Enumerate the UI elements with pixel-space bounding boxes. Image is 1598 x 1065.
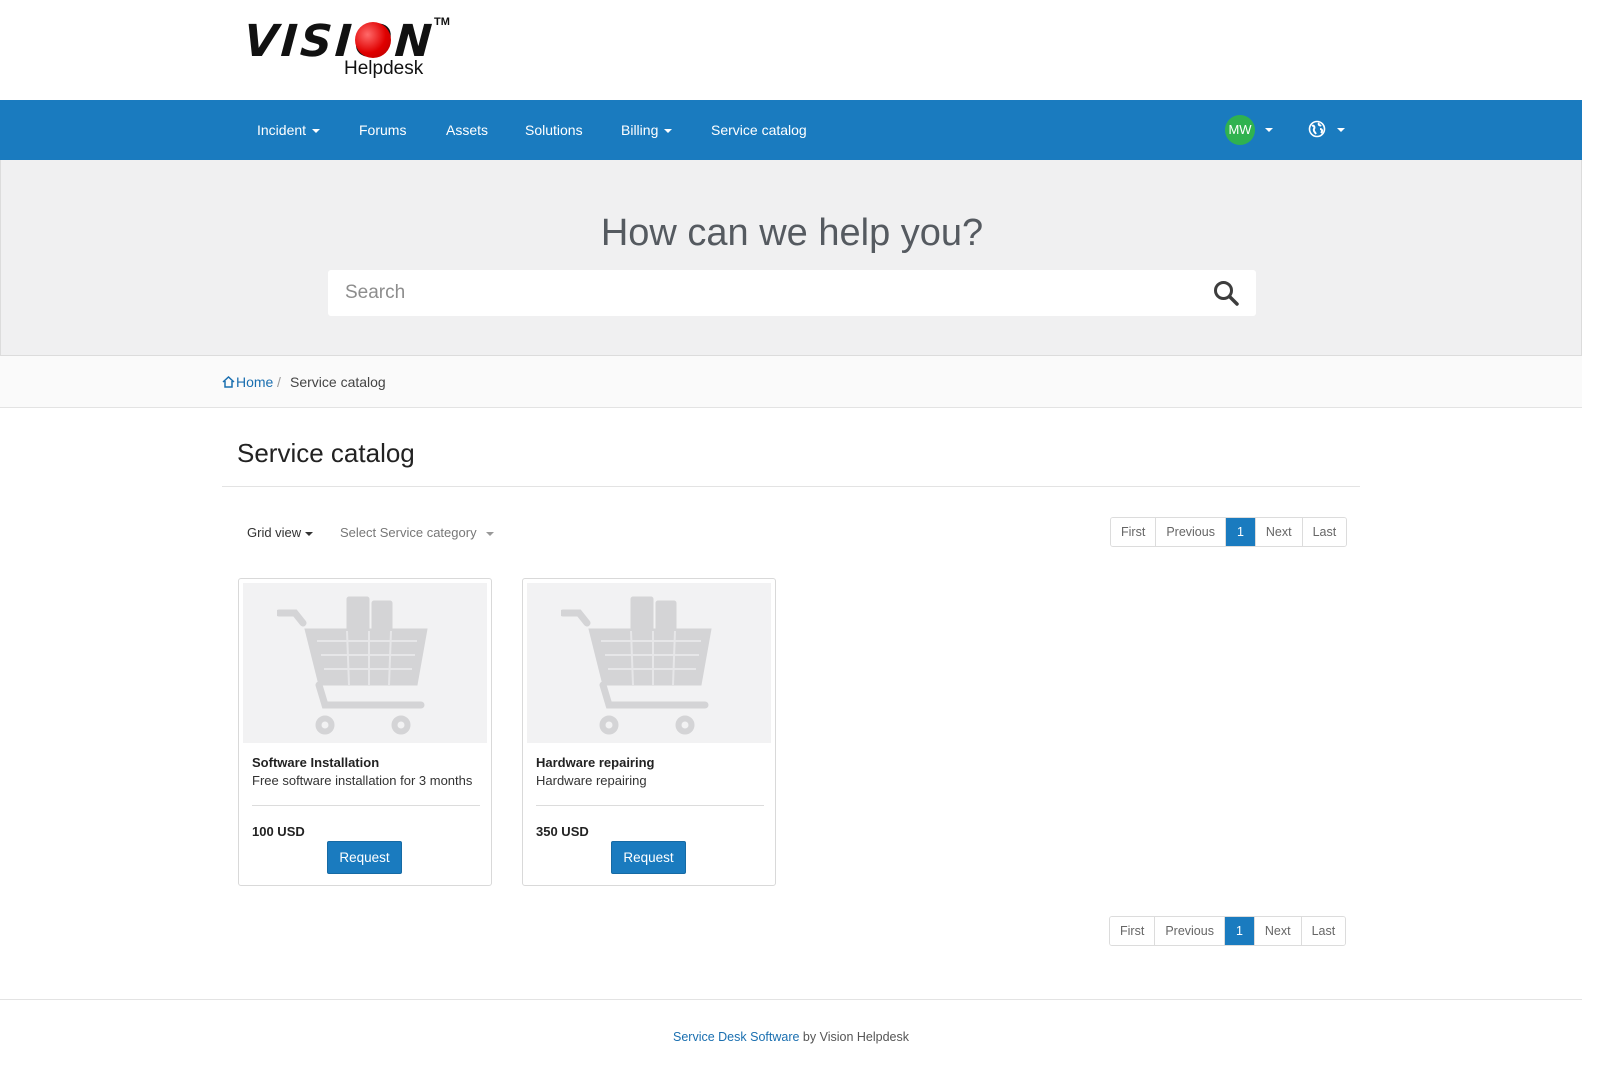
page-last-button[interactable]: Last	[1302, 518, 1347, 546]
nav-incident[interactable]: Incident	[257, 100, 321, 160]
nav-assets-label: Assets	[446, 122, 489, 138]
pagination-top: First Previous 1 Next Last	[1110, 517, 1348, 547]
service-card-divider	[536, 805, 764, 806]
caret-down-icon	[305, 531, 314, 536]
service-card-description: Free software installation for 3 months	[252, 773, 473, 788]
search-input[interactable]	[328, 270, 1188, 316]
service-card-title: Software Installation	[252, 755, 380, 770]
grid-view-label: Grid view	[247, 525, 302, 540]
shopping-cart-icon	[277, 596, 428, 735]
breadcrumb-separator: /	[277, 374, 281, 390]
language-menu-caret-icon[interactable]	[1337, 128, 1345, 132]
breadcrumb-home-label: Home	[236, 374, 274, 390]
nav-service-catalog[interactable]: Service catalog	[711, 100, 807, 160]
footer-service-desk-link[interactable]: Service Desk Software	[673, 1030, 799, 1044]
caret-down-icon	[312, 129, 321, 134]
page-title: Service catalog	[237, 438, 415, 468]
top-navbar: Incident Forums Assets Solutions Billing…	[0, 100, 1582, 160]
footer-suffix: by Vision Helpdesk	[799, 1030, 909, 1044]
service-card-image	[243, 583, 487, 743]
logo-trademark: TM	[434, 16, 450, 28]
logo-bar: VISION TM Helpdesk	[0, 0, 1598, 100]
nav-billing-label: Billing	[621, 122, 659, 138]
service-card-description: Hardware repairing	[536, 773, 647, 788]
nav-service-catalog-label: Service catalog	[711, 122, 807, 138]
service-card: Software Installation Free software inst…	[238, 578, 492, 886]
nav-incident-label: Incident	[257, 122, 307, 138]
caret-down-icon	[664, 129, 673, 134]
nav-assets[interactable]: Assets	[446, 100, 488, 160]
hero-title: How can we help you?	[600, 212, 984, 254]
request-button[interactable]: Request	[327, 841, 402, 874]
service-card-image	[527, 583, 771, 743]
request-button[interactable]: Request	[611, 841, 686, 874]
pagination-bottom: First Previous 1 Next Last	[1109, 916, 1347, 946]
caret-down-icon	[485, 531, 494, 536]
home-icon	[222, 376, 235, 388]
page-last-button[interactable]: Last	[1301, 917, 1346, 945]
service-card-price: 100 USD	[252, 824, 305, 839]
page-previous-button[interactable]: Previous	[1155, 917, 1225, 945]
breadcrumb-home[interactable]: Home	[222, 374, 273, 390]
search-hero: How can we help you?	[0, 160, 1582, 356]
service-card-price: 350 USD	[536, 824, 589, 839]
search-box	[328, 270, 1256, 316]
page-next-button[interactable]: Next	[1254, 917, 1302, 945]
service-card: Hardware repairing Hardware repairing 35…	[522, 578, 776, 886]
nav-solutions-label: Solutions	[525, 122, 583, 138]
breadcrumb-current: Service catalog	[290, 374, 386, 390]
language-globe-icon[interactable]	[1308, 120, 1326, 138]
page-previous-button[interactable]: Previous	[1156, 518, 1226, 546]
user-menu-caret-icon[interactable]	[1265, 128, 1273, 132]
nav-solutions[interactable]: Solutions	[525, 100, 583, 160]
footer: Service Desk Software by Vision Helpdesk	[0, 1030, 1582, 1044]
search-icon[interactable]	[1212, 279, 1240, 307]
logo-subtitle: Helpdesk	[344, 58, 424, 79]
nav-billing[interactable]: Billing	[621, 100, 673, 160]
breadcrumb: Home / Service catalog	[0, 356, 1582, 408]
page-current-button[interactable]: 1	[1225, 518, 1256, 546]
logo-red-dot	[355, 22, 391, 58]
service-category-label: Select Service category	[340, 525, 477, 540]
nav-forums[interactable]: Forums	[359, 100, 406, 160]
page-first-button[interactable]: First	[1111, 518, 1157, 546]
user-avatar[interactable]: MW	[1225, 115, 1255, 145]
page-first-button[interactable]: First	[1110, 917, 1156, 945]
title-divider	[222, 486, 1360, 487]
nav-forums-label: Forums	[359, 122, 407, 138]
page-next-button[interactable]: Next	[1255, 518, 1303, 546]
service-card-title: Hardware repairing	[536, 755, 655, 770]
service-card-divider	[252, 805, 480, 806]
shopping-cart-icon	[561, 596, 712, 735]
footer-divider	[0, 999, 1582, 1000]
grid-view-dropdown[interactable]: Grid view	[247, 525, 314, 540]
service-category-select[interactable]: Select Service category	[340, 525, 494, 540]
vision-helpdesk-logo[interactable]: VISION TM Helpdesk	[242, 14, 454, 84]
page-current-button[interactable]: 1	[1224, 917, 1255, 945]
